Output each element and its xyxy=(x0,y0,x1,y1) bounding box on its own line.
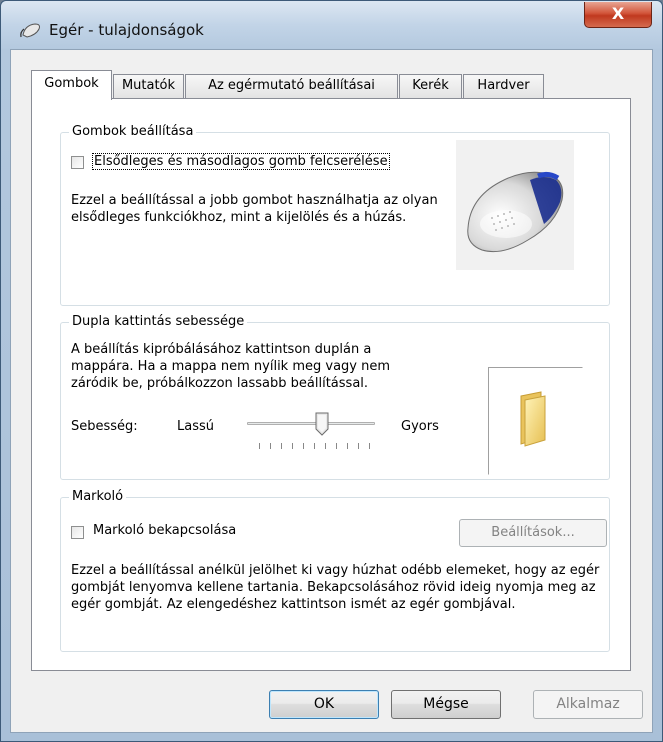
title-bar[interactable]: Egér - tulajdonságok X xyxy=(1,1,662,49)
slider-track[interactable] xyxy=(247,422,375,425)
mouse-properties-window: Egér - tulajdonságok X Gombok Mutatók Az… xyxy=(0,0,663,742)
clicklock-checkbox[interactable] xyxy=(71,526,84,539)
clicklock-settings-button[interactable]: Beállítások... xyxy=(459,519,607,547)
group-title: Markoló xyxy=(69,489,127,504)
double-click-description: A beállítás kipróbálásához kattintson du… xyxy=(71,342,391,391)
slider-ticks xyxy=(259,443,370,449)
tab-kerek[interactable]: Kerék xyxy=(399,74,462,98)
group-title: Gombok beállítása xyxy=(69,124,197,139)
tab-panel-gombok: Gombok beállítása Elsődleges és másodlag… xyxy=(31,98,631,671)
close-button[interactable]: X xyxy=(584,2,652,28)
speed-label: Sebesség: xyxy=(71,419,138,434)
swap-buttons-checkbox[interactable] xyxy=(71,156,84,169)
tab-hardver[interactable]: Hardver xyxy=(463,74,544,98)
tab-gombok[interactable]: Gombok xyxy=(31,70,112,100)
folder-icon[interactable] xyxy=(507,390,567,450)
swap-buttons-description: Ezzel a beállítással a jobb gombot haszn… xyxy=(71,193,438,225)
mouse-app-icon xyxy=(20,23,40,38)
apply-button[interactable]: Alkalmaz xyxy=(533,690,643,719)
fast-label: Gyors xyxy=(401,419,439,434)
cancel-button[interactable]: Mégse xyxy=(391,690,501,719)
ok-button[interactable]: OK xyxy=(269,690,379,719)
group-title: Dupla kattintás sebessége xyxy=(69,314,248,329)
clicklock-group: Markoló Markoló bekapcsolása Beállítások… xyxy=(60,489,610,652)
double-click-speed-slider[interactable] xyxy=(247,411,375,451)
window-title: Egér - tulajdonságok xyxy=(49,21,204,39)
mouse-preview xyxy=(456,140,574,270)
clicklock-description: Ezzel a beállítással anélkül jelölhet ki… xyxy=(71,563,600,612)
slow-label: Lassú xyxy=(177,419,214,434)
mouse-icon xyxy=(467,171,564,253)
clicklock-label[interactable]: Markoló bekapcsolása xyxy=(93,523,236,538)
dialog-client-area: Gombok Mutatók Az egérmutató beállításai… xyxy=(10,49,653,733)
swap-buttons-label[interactable]: Elsődleges és másodlagos gomb felcserélé… xyxy=(92,153,390,170)
double-click-speed-group: Dupla kattintás sebessége A beállítás ki… xyxy=(60,314,610,480)
tab-mutatok[interactable]: Mutatók xyxy=(113,74,184,98)
speed-label-text: Sebesség: xyxy=(71,419,138,434)
slider-thumb[interactable] xyxy=(315,412,329,436)
test-folder-area[interactable] xyxy=(488,367,583,475)
button-configuration-group: Gombok beállítása Elsődleges és másodlag… xyxy=(60,124,610,306)
tab-egermutato-beallitasai[interactable]: Az egérmutató beállításai xyxy=(185,74,398,98)
